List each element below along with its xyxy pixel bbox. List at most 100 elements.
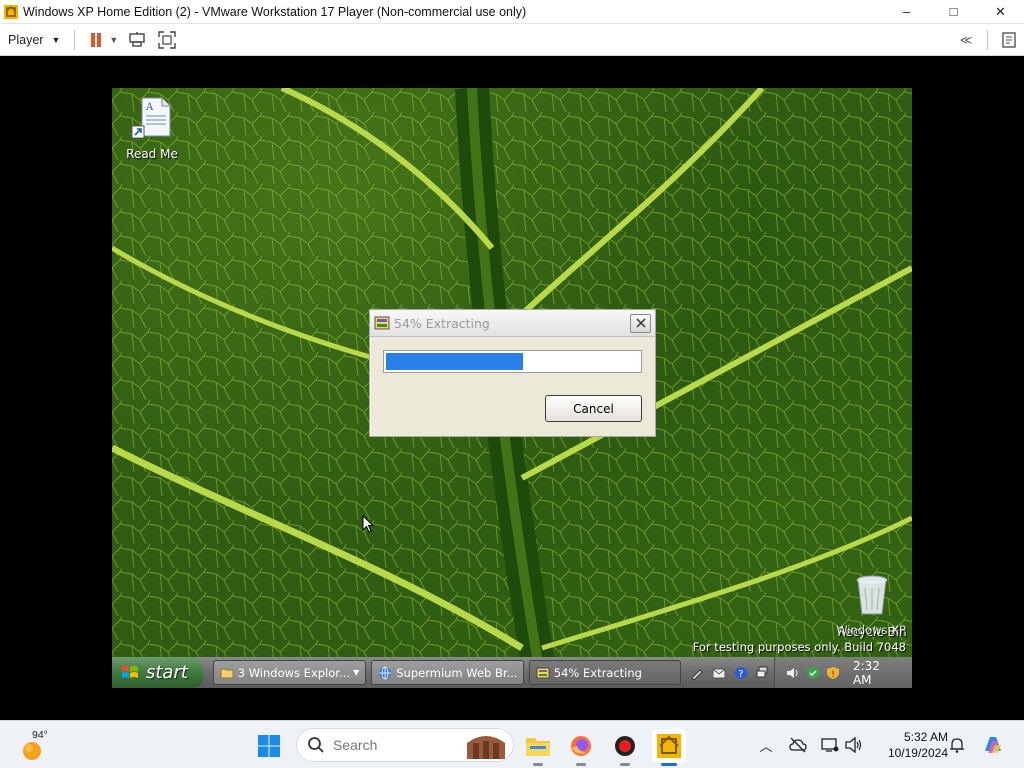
start-menu-button[interactable] xyxy=(252,729,286,763)
taskbar-app-file-explorer[interactable] xyxy=(521,729,555,766)
host-time: 5:32 AM xyxy=(903,730,948,744)
maximize-button[interactable]: □ xyxy=(930,0,977,24)
devices-icon xyxy=(129,31,145,47)
display-status-icon[interactable] xyxy=(820,735,840,755)
build-watermark-title: Windows XP xyxy=(836,623,906,637)
question-icon: ? xyxy=(735,666,748,680)
network-window-icon[interactable] xyxy=(755,665,771,681)
envelope-icon xyxy=(712,668,726,678)
fullscreen-icon xyxy=(158,30,176,49)
host-date: 10/19/2024 xyxy=(887,746,948,760)
firefox-icon xyxy=(571,736,591,756)
window-stack-icon xyxy=(756,666,768,677)
unity-collapse-button[interactable]: ≪ xyxy=(953,27,979,53)
cancel-button[interactable]: Cancel xyxy=(545,395,642,422)
chevron-down-icon: ▼ xyxy=(353,668,360,677)
taskbar-item-label: 54% Extracting xyxy=(553,665,642,680)
vm-display-area[interactable]: A Read Me Recycle Bin Windows XP For tes… xyxy=(0,57,1024,720)
taskbar-item-supermium[interactable]: Supermium Web Br... xyxy=(371,660,524,685)
record-icon xyxy=(615,736,635,756)
desktop-icon-read-me[interactable]: A Read Me xyxy=(112,96,192,161)
chevron-down-icon: ▼ xyxy=(51,34,61,45)
cloud-off-icon xyxy=(789,737,807,753)
fullscreen-button[interactable] xyxy=(154,27,180,53)
taskbar-app-firefox[interactable] xyxy=(564,729,598,766)
document-shortcut-icon: A xyxy=(131,97,171,139)
notification-button[interactable] xyxy=(947,735,967,755)
xp-system-tray: ! 2:32 AM xyxy=(774,657,912,688)
archive-app-icon xyxy=(374,316,390,330)
minimize-icon: – xyxy=(902,4,911,19)
desktop-icon-label: Read Me xyxy=(126,147,178,161)
player-menu[interactable]: Player ▼ xyxy=(0,24,68,56)
volume-icon[interactable] xyxy=(785,665,801,681)
vm-toolbar: Player ▼ ▼ ≪ xyxy=(0,24,1024,56)
double-chevron-left-icon: ≪ xyxy=(959,32,973,47)
minimize-button[interactable]: – xyxy=(883,0,930,24)
edit-tool-icon[interactable] xyxy=(689,665,705,681)
weather-widget[interactable]: 94° xyxy=(20,729,60,761)
windows-logo-icon xyxy=(258,735,280,757)
xp-clock: 2:32 AM xyxy=(852,658,880,687)
pause-icon xyxy=(91,32,102,47)
taskbar-item-windows-explorer[interactable]: 3 Windows Explor... ▼ xyxy=(212,660,367,685)
weather-temperature: 94° xyxy=(32,729,48,741)
build-watermark-text: For testing purposes only. Build 7048 xyxy=(692,640,906,654)
close-button[interactable]: ✕ xyxy=(977,0,1024,24)
toolbar-divider xyxy=(74,29,76,50)
windows-flag-icon xyxy=(122,665,138,678)
taskbar-app-recorder[interactable] xyxy=(608,729,642,766)
folder-icon xyxy=(220,668,234,678)
chevron-up-icon: ︿ xyxy=(759,738,773,754)
vm-title-bar: Windows XP Home Edition (2) - VMware Wor… xyxy=(0,0,1024,24)
notification-bell-icon xyxy=(950,738,964,753)
taskbar-app-vmware[interactable] xyxy=(652,729,686,766)
send-ctrl-alt-del-button[interactable] xyxy=(124,27,150,53)
security-center-icon[interactable] xyxy=(805,665,821,681)
toolbar-divider xyxy=(987,29,988,50)
vmware-app-icon xyxy=(657,734,681,758)
svg-text:?: ? xyxy=(738,669,743,680)
taskbar-item-label: Supermium Web Br... xyxy=(396,665,518,680)
speaker-icon xyxy=(787,667,798,678)
taskbar-item-extracting[interactable]: 54% Extracting xyxy=(528,660,682,685)
dialog-close-button[interactable] xyxy=(630,313,651,333)
xp-desktop[interactable]: A Read Me Recycle Bin Windows XP For tes… xyxy=(112,88,912,688)
search-box[interactable] xyxy=(296,728,514,762)
network-status-icon[interactable] xyxy=(788,735,808,755)
mail-icon[interactable] xyxy=(711,665,727,681)
help-icon[interactable]: ? xyxy=(733,665,749,681)
copilot-button[interactable] xyxy=(980,732,1006,758)
dialog-title: 54% Extracting xyxy=(394,315,490,331)
pause-dropdown-icon[interactable]: ▼ xyxy=(109,35,118,45)
show-hidden-icons-button[interactable]: ︿ xyxy=(756,735,776,755)
folder-icon xyxy=(526,738,550,756)
copilot-icon xyxy=(985,737,1001,753)
search-input[interactable] xyxy=(333,737,453,753)
search-icon xyxy=(308,737,324,753)
host-clock[interactable]: 5:32 AM 10/19/2024 xyxy=(872,729,948,761)
volume-button[interactable] xyxy=(844,735,864,755)
dialog-title-bar[interactable]: 54% Extracting xyxy=(370,310,655,337)
vm-window-title: Windows XP Home Edition (2) - VMware Wor… xyxy=(23,4,527,19)
archive-app-icon xyxy=(536,667,550,678)
shield-check-icon xyxy=(807,666,820,679)
running-indicator xyxy=(620,763,630,766)
running-indicator xyxy=(533,763,543,766)
speaker-icon xyxy=(845,737,862,753)
monitor-icon xyxy=(821,738,839,752)
pause-button[interactable] xyxy=(83,27,109,53)
svg-text:A: A xyxy=(145,102,154,113)
mouse-cursor-icon xyxy=(362,515,374,533)
close-icon: ✕ xyxy=(995,3,1006,19)
pen-icon xyxy=(691,668,703,680)
start-button[interactable]: start xyxy=(112,657,203,688)
library-icon xyxy=(1002,31,1016,48)
maximize-icon: □ xyxy=(949,4,958,19)
extracting-dialog: 54% Extracting Cancel xyxy=(369,309,656,437)
library-button[interactable] xyxy=(996,27,1022,53)
progress-fill xyxy=(386,353,523,370)
sun-icon xyxy=(23,742,41,760)
player-menu-label: Player xyxy=(8,32,44,47)
security-alert-icon[interactable]: ! xyxy=(825,665,841,681)
